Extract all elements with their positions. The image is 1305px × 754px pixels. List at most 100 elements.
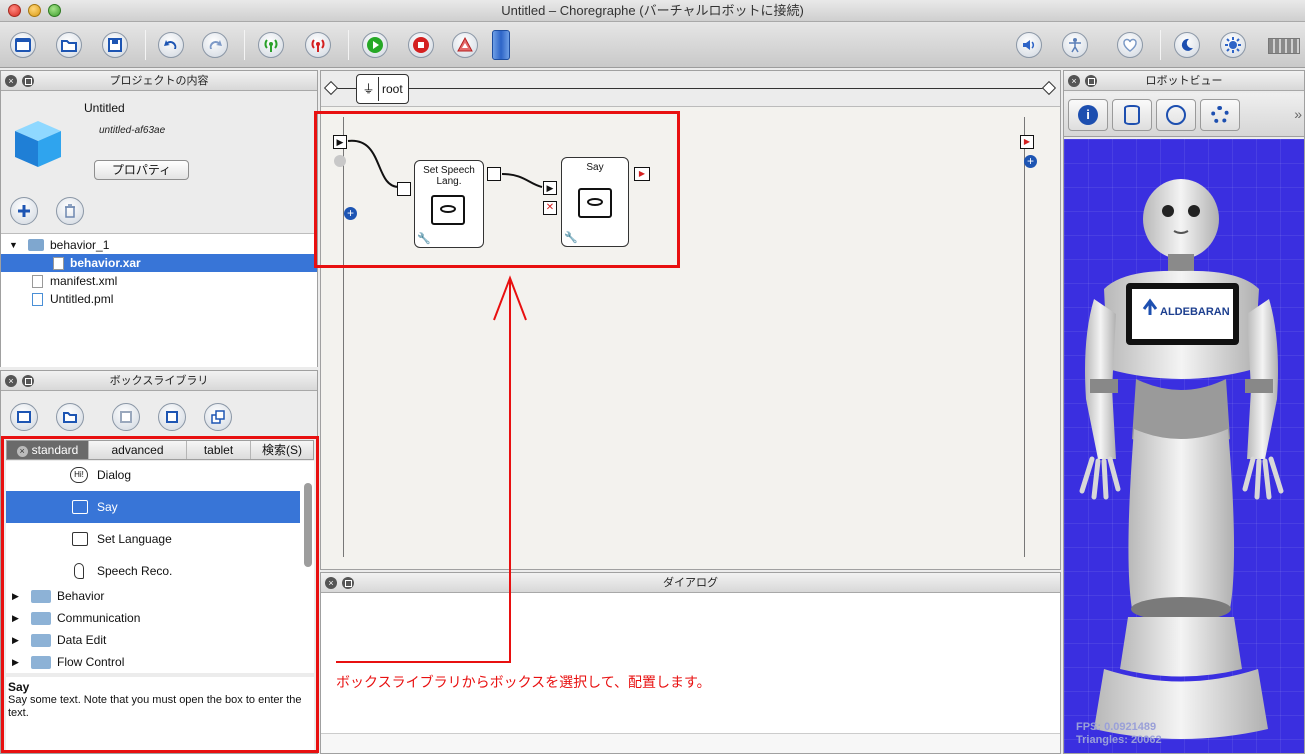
close-panel-icon[interactable]: × [1068, 75, 1080, 87]
tree-item-manifest[interactable]: manifest.xml [1, 272, 317, 290]
debug-icon [457, 36, 473, 52]
robot-view-toolbar: i » [1064, 93, 1304, 137]
project-id: untitled-af63ae [99, 125, 166, 136]
tablet-logo-text: ALDEBARAN [1160, 306, 1230, 318]
gear-icon [1211, 106, 1229, 124]
delete-file-button[interactable] [56, 197, 84, 225]
add-file-button[interactable] [10, 197, 38, 225]
save-library-button[interactable] [112, 403, 140, 431]
settings-button[interactable] [1220, 32, 1246, 58]
tree-item-untitled-pml[interactable]: Untitled.pml [1, 290, 317, 308]
connect-button[interactable] [258, 32, 284, 58]
render-stats: FPS: 0.0921489 Triangles: 20062 [1076, 721, 1162, 747]
save-library-as-button[interactable] [158, 403, 186, 431]
multi-window-icon [211, 410, 225, 424]
expand-arrow-icon[interactable]: ▼ [9, 236, 18, 254]
stop-button[interactable] [408, 32, 434, 58]
breadcrumb-end-diamond-icon [1041, 80, 1057, 96]
robot-settings-button[interactable] [1200, 99, 1240, 131]
wake-up-icon [1069, 38, 1081, 53]
save-as-icon [166, 411, 178, 423]
diagram-output-icon[interactable]: ▶ [1020, 135, 1034, 149]
triangles-readout: Triangles: 20062 [1076, 734, 1162, 746]
dialog-panel-header: × ダイアログ [321, 573, 1060, 593]
save-project-button[interactable] [102, 32, 128, 58]
diagram-breadcrumb-bar: ⏚ root [321, 71, 1060, 107]
project-panel-header: × プロジェクトの内容 [1, 71, 317, 91]
open-project-icon [61, 40, 77, 52]
disconnect-button[interactable] [305, 32, 331, 58]
new-project-button[interactable] [10, 32, 36, 58]
project-name: Untitled [84, 101, 125, 115]
undo-icon [164, 40, 177, 49]
box-library-toolbar [1, 393, 317, 433]
open-project-button[interactable] [56, 32, 82, 58]
trash-icon [65, 204, 75, 218]
project-cube-icon [15, 121, 61, 167]
battery-icon [1268, 38, 1300, 54]
breadcrumb-start-diamond-icon [323, 80, 339, 96]
file-icon [32, 275, 43, 288]
autonomous-life-button[interactable] [1117, 32, 1143, 58]
add-output-icon[interactable]: + [1024, 155, 1037, 168]
rest-icon [1181, 38, 1193, 51]
breadcrumb-root[interactable]: ⏚ root [356, 74, 409, 104]
breadcrumb-line [331, 88, 1050, 89]
undo-button[interactable] [158, 32, 184, 58]
settings-icon [1225, 37, 1241, 53]
robot-view-title: ロボットビュー [1145, 75, 1223, 87]
fps-readout: FPS: 0.0921489 [1076, 721, 1157, 733]
volume-icon [1023, 40, 1035, 50]
robot-3d-view[interactable]: ALDEBARAN FPS: 0.0921489 Triangles: 2006… [1064, 139, 1304, 753]
root-level-icon: ⏚ [359, 77, 379, 101]
close-panel-icon[interactable]: × [5, 375, 17, 387]
new-project-icon [15, 38, 31, 52]
close-window-button[interactable] [8, 4, 21, 17]
wake-up-button[interactable] [1062, 32, 1088, 58]
tree-item-behavior-folder[interactable]: ▼ behavior_1 [1, 236, 317, 254]
file-icon [53, 257, 64, 270]
highlight-frame-diagram [314, 111, 680, 268]
main-toolbar [0, 22, 1305, 68]
float-panel-icon[interactable] [342, 577, 354, 589]
minimize-window-button[interactable] [28, 4, 41, 17]
disconnect-icon [311, 39, 325, 52]
dialog-panel: × ダイアログ [320, 572, 1061, 754]
play-button[interactable] [362, 32, 388, 58]
rest-button[interactable] [1174, 32, 1200, 58]
dialog-panel-title: ダイアログ [663, 577, 718, 589]
save-project-icon [108, 38, 122, 52]
robot-info-button[interactable]: i [1068, 99, 1108, 131]
close-panel-icon[interactable]: × [325, 577, 337, 589]
debug-button[interactable] [452, 32, 478, 58]
more-tools-icon[interactable]: » [1294, 106, 1302, 122]
pepper-robot-model: ALDEBARAN [1079, 179, 1284, 739]
root-label: root [382, 82, 403, 96]
autonomous-life-icon [1123, 38, 1137, 52]
robot-motion-button[interactable] [1156, 99, 1196, 131]
properties-button[interactable]: プロパティ [94, 160, 189, 180]
window-title: Untitled – Choregraphe (バーチャルロボットに接続) [501, 3, 804, 18]
database-icon [1124, 105, 1140, 125]
timeline-icon[interactable] [492, 30, 510, 60]
zoom-window-button[interactable] [48, 4, 61, 17]
robot-view-panel: × ロボットビュー i » ALDEBARAN FPS: 0.0921489 T… [1063, 70, 1305, 754]
close-panel-icon[interactable]: × [5, 75, 17, 87]
box-library-header: × ボックスライブラリ [1, 371, 317, 391]
tree-item-behavior-xar[interactable]: behavior.xar [1, 254, 317, 272]
robot-pose-icon [1166, 105, 1186, 125]
redo-button[interactable] [202, 32, 228, 58]
volume-button[interactable] [1016, 32, 1042, 58]
save-library-icon [120, 411, 132, 423]
open-library-button[interactable] [56, 403, 84, 431]
pml-file-icon [32, 293, 43, 306]
robot-memory-button[interactable] [1112, 99, 1152, 131]
dialog-input-bar[interactable] [321, 733, 1060, 753]
float-panel-icon[interactable] [1085, 75, 1097, 87]
new-library-button[interactable] [10, 403, 38, 431]
float-panel-icon[interactable] [22, 375, 34, 387]
project-file-tree: ▼ behavior_1 behavior.xar manifest.xml U… [1, 233, 317, 367]
library-settings-button[interactable] [204, 403, 232, 431]
box-library-title: ボックスライブラリ [109, 375, 209, 387]
float-panel-icon[interactable] [22, 75, 34, 87]
